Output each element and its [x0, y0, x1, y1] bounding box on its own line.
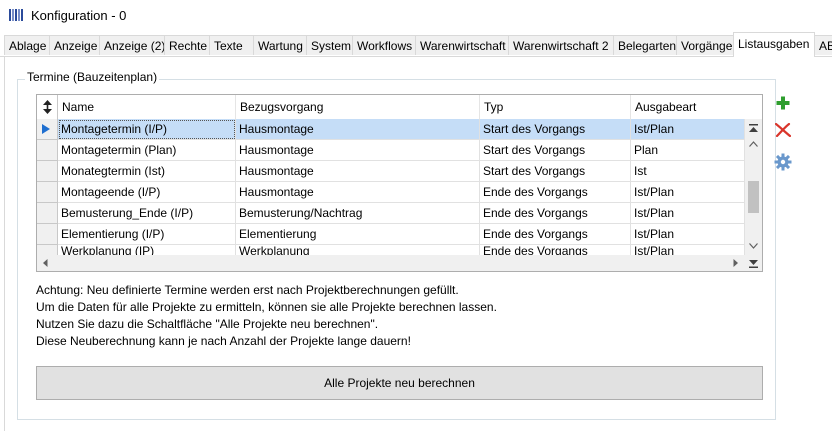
- note-line: Diese Neuberechnung kann je nach Anzahl …: [36, 334, 411, 348]
- recalculate-all-projects-button[interactable]: Alle Projekte neu berechnen: [36, 366, 763, 400]
- delete-button[interactable]: [772, 120, 794, 142]
- cell-typ[interactable]: Ende des Vorgangs: [480, 203, 631, 224]
- scroll-to-bottom-icon[interactable]: [745, 255, 762, 271]
- tab-warenwirtschaft[interactable]: Warenwirtschaft: [415, 35, 509, 55]
- app-icon: [9, 9, 25, 21]
- tab-workflows[interactable]: Workflows: [352, 35, 416, 55]
- cell-bezugsvorgang[interactable]: Elementierung: [236, 224, 480, 245]
- cell-ausgabeart[interactable]: Plan: [631, 140, 745, 161]
- settings-button[interactable]: [772, 152, 794, 174]
- scroll-left-icon[interactable]: [37, 255, 54, 271]
- row-header[interactable]: [37, 182, 58, 203]
- cell-bezugsvorgang[interactable]: Bemusterung/Nachtrag: [236, 203, 480, 224]
- table-row[interactable]: Monategtermin (Ist) Hausmontage Start de…: [37, 161, 762, 182]
- cell-name[interactable]: Montagetermin (I/P): [58, 119, 236, 140]
- termine-grid[interactable]: Name Bezugsvorgang Typ Ausgabeart Montag…: [36, 94, 763, 272]
- column-header-typ[interactable]: Typ: [480, 95, 631, 119]
- cell-ausgabeart[interactable]: Ist/Plan: [631, 203, 745, 224]
- sort-toggle-icon[interactable]: [37, 95, 58, 119]
- tab-rechte[interactable]: Rechte: [164, 35, 210, 55]
- table-row[interactable]: Montageende (I/P) Hausmontage Ende des V…: [37, 182, 762, 203]
- grid-header: Name Bezugsvorgang Typ Ausgabeart: [37, 95, 762, 120]
- plus-icon: [776, 96, 790, 113]
- note-line: Um die Daten für alle Projekte zu ermitt…: [36, 300, 497, 314]
- cell-ausgabeart[interactable]: Ist/Plan: [631, 182, 745, 203]
- vertical-scrollbar[interactable]: [745, 119, 762, 255]
- scroll-to-top-icon[interactable]: [745, 121, 762, 136]
- table-row[interactable]: Bemusterung_Ende (I/P) Bemusterung/Nacht…: [37, 203, 762, 224]
- scroll-right-icon[interactable]: [727, 255, 744, 271]
- tab-belegarten[interactable]: Belegarten: [613, 35, 677, 55]
- recalc-notes: Achtung: Neu definierte Termine werden e…: [36, 282, 756, 350]
- cell-name[interactable]: Monategtermin (Ist): [58, 161, 236, 182]
- cell-ausgabeart[interactable]: Ist/Plan: [631, 119, 745, 140]
- column-header-ausgabeart[interactable]: Ausgabeart: [631, 95, 745, 119]
- tab-anzeige-2[interactable]: Anzeige (2): [99, 35, 165, 55]
- title-bar: Konfiguration - 0: [0, 0, 832, 31]
- row-header[interactable]: [37, 203, 58, 224]
- window-title: Konfiguration - 0: [31, 8, 127, 23]
- cell-typ[interactable]: Ende des Vorgangs: [480, 182, 631, 203]
- scroll-up-icon[interactable]: [745, 136, 762, 151]
- tab-vorgaenge[interactable]: Vorgänge: [676, 35, 734, 55]
- tab-anzeige[interactable]: Anzeige: [49, 35, 100, 55]
- tab-system[interactable]: System: [306, 35, 353, 55]
- groupbox-title: Termine (Bauzeitenplan): [25, 70, 160, 84]
- row-header[interactable]: [37, 140, 58, 161]
- cell-typ[interactable]: Start des Vorgangs: [480, 140, 631, 161]
- row-header[interactable]: [37, 119, 58, 140]
- tab-ab[interactable]: AB: [814, 35, 832, 55]
- cell-name[interactable]: Elementierung (I/P): [58, 224, 236, 245]
- note-line: Nutzen Sie dazu die Schaltfläche "Alle P…: [36, 317, 379, 331]
- cell-bezugsvorgang[interactable]: Hausmontage: [236, 140, 480, 161]
- tab-ablage[interactable]: Ablage: [4, 35, 50, 55]
- note-line: Achtung: Neu definierte Termine werden e…: [36, 283, 459, 297]
- gear-icon: [774, 153, 792, 174]
- tab-warenwirtschaft-2[interactable]: Warenwirtschaft 2: [508, 35, 614, 55]
- scrollbar-thumb[interactable]: [748, 181, 759, 213]
- scroll-down-icon[interactable]: [745, 238, 762, 253]
- column-header-bezugsvorgang[interactable]: Bezugsvorgang: [236, 95, 480, 119]
- cell-name[interactable]: Bemusterung_Ende (I/P): [58, 203, 236, 224]
- row-header[interactable]: [37, 224, 58, 245]
- cell-bezugsvorgang[interactable]: Hausmontage: [236, 161, 480, 182]
- column-header-name[interactable]: Name: [58, 95, 236, 119]
- tab-wartung[interactable]: Wartung: [253, 35, 307, 55]
- table-row[interactable]: Elementierung (I/P) Elementierung Ende d…: [37, 224, 762, 245]
- delete-x-icon: [774, 122, 792, 140]
- horizontal-scrollbar[interactable]: [37, 255, 762, 271]
- cell-name[interactable]: Montagetermin (Plan): [58, 140, 236, 161]
- cell-ausgabeart[interactable]: Ist/Plan: [631, 224, 745, 245]
- table-row[interactable]: Montagetermin (I/P) Hausmontage Start de…: [37, 119, 762, 140]
- cell-bezugsvorgang[interactable]: Hausmontage: [236, 119, 480, 140]
- add-button[interactable]: [772, 93, 794, 115]
- cell-ausgabeart[interactable]: Ist: [631, 161, 745, 182]
- table-row[interactable]: Montagetermin (Plan) Hausmontage Start d…: [37, 140, 762, 161]
- tab-texte[interactable]: Texte: [209, 35, 254, 55]
- cell-bezugsvorgang[interactable]: Hausmontage: [236, 182, 480, 203]
- current-row-arrow-icon: [42, 124, 50, 134]
- cell-typ[interactable]: Ende des Vorgangs: [480, 224, 631, 245]
- cell-typ[interactable]: Start des Vorgangs: [480, 161, 631, 182]
- cell-typ[interactable]: Start des Vorgangs: [480, 119, 631, 140]
- row-header[interactable]: [37, 161, 58, 182]
- cell-name[interactable]: Montageende (I/P): [58, 182, 236, 203]
- tab-listausgaben[interactable]: Listausgaben: [733, 32, 815, 57]
